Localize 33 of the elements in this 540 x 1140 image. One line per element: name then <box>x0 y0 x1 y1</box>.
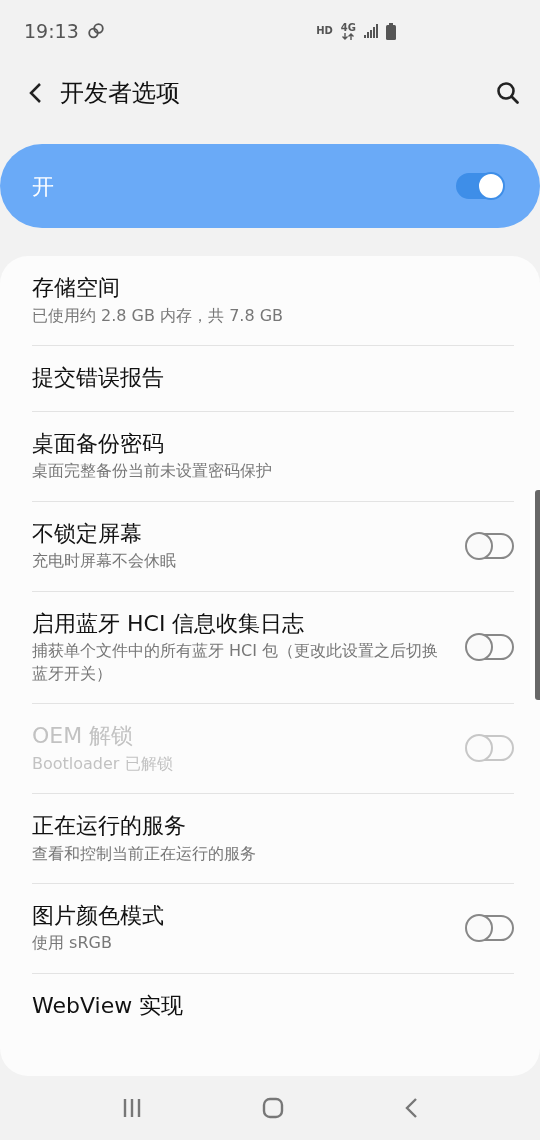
setting-summary: 桌面完整备份当前未设置密码保护 <box>32 460 273 483</box>
setting-title[interactable]: 正在运行的服务 <box>32 811 514 841</box>
setting-summary: 已使用约 2.8 GB 内存，共 7.8 GB <box>32 304 285 327</box>
toggle-switch[interactable] <box>456 173 504 199</box>
link-icon <box>86 22 105 40</box>
data-arrows-icon <box>342 32 355 40</box>
setting-summary: 使用 sRGB <box>32 932 113 955</box>
hd-indicator: HD <box>316 26 333 36</box>
toggle-switch[interactable] <box>466 634 514 661</box>
battery-icon <box>386 22 396 40</box>
page-title: 开发者选项 <box>60 78 181 109</box>
back-nav-icon[interactable] <box>404 1097 418 1119</box>
recent-apps-icon[interactable] <box>122 1098 142 1118</box>
setting-title[interactable]: 存储空间 <box>32 274 514 303</box>
signal-icon <box>364 24 378 38</box>
setting-title[interactable]: 启用蓝牙 HCI 信息收集日志 <box>32 609 450 639</box>
search-icon[interactable] <box>496 81 520 105</box>
home-icon[interactable] <box>262 1097 284 1119</box>
toggle-switch[interactable] <box>466 915 514 942</box>
setting-title[interactable]: 桌面备份密码 <box>32 429 514 459</box>
setting-title[interactable]: 图片颜色模式 <box>32 901 450 931</box>
network-type: 4G <box>340 22 356 33</box>
setting-title[interactable]: 提交错误报告 <box>32 364 514 393</box>
setting-summary: 充电时屏幕不会休眠 <box>32 550 177 573</box>
setting-title[interactable]: WebView 实现 <box>32 991 514 1021</box>
toggle-switch[interactable] <box>466 533 514 560</box>
status-time: 19:13 <box>24 18 79 44</box>
setting-summary: Bootloader 已解锁 <box>32 752 174 775</box>
setting-summary: 查看和控制当前正在运行的服务 <box>32 842 257 865</box>
back-icon[interactable] <box>28 82 42 104</box>
setting-title[interactable]: 不锁定屏幕 <box>32 519 450 549</box>
setting-summary: 捕获单个文件中的所有蓝牙 HCI 包（更改此设置之后切换蓝牙开关） <box>32 640 440 685</box>
switch-label: 开 <box>32 172 54 201</box>
